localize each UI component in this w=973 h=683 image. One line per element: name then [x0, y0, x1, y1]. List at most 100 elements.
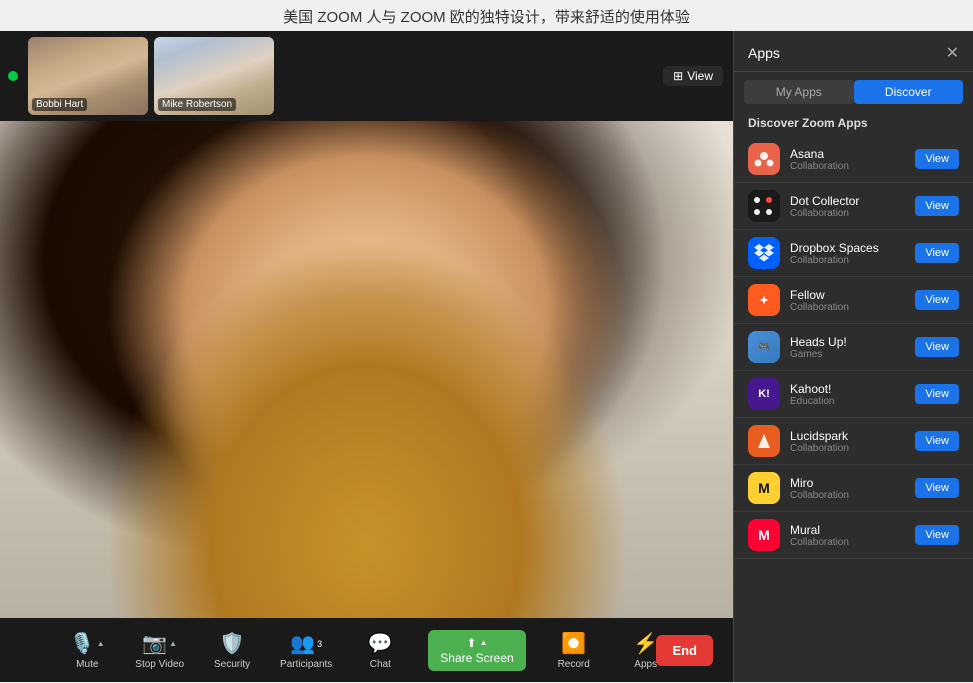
miro-name: Miro: [790, 476, 905, 490]
thumbnail-bobbi[interactable]: Bobbi Hart: [28, 37, 148, 115]
apps-list: Asana Collaboration View Dot Collector C…: [734, 136, 973, 682]
dropbox-view-button[interactable]: View: [915, 243, 959, 263]
apps-panel: Apps ✕ My Apps Discover Discover Zoom Ap…: [733, 31, 973, 682]
record-label: Record: [558, 659, 590, 670]
tab-discover[interactable]: Discover: [854, 80, 964, 104]
security-icon: 🛡️: [220, 631, 245, 656]
asana-info: Asana Collaboration: [790, 147, 905, 172]
record-icon: ⏺️: [561, 631, 586, 656]
main-container: Bobbi Hart Mike Robertson ⊞ View 🎙️▲: [0, 31, 973, 682]
share-screen-button[interactable]: ⬆ ▲ Share Screen: [428, 630, 525, 671]
dotcollector-name: Dot Collector: [790, 194, 905, 208]
participants-label: Participants: [280, 659, 332, 670]
lucidspark-name: Lucidspark: [790, 429, 905, 443]
green-dot-indicator: [8, 71, 18, 81]
list-item: Lucidspark Collaboration View: [734, 418, 973, 465]
camera-icon: 📷▲: [142, 631, 177, 656]
chat-label: Chat: [370, 659, 391, 670]
kahoot-category: Education: [790, 396, 905, 407]
fellow-icon: ✦: [748, 284, 780, 316]
headsup-icon: 🎮: [748, 331, 780, 363]
lucidspark-icon: [748, 425, 780, 457]
headsup-info: Heads Up! Games: [790, 335, 905, 360]
mute-label: Mute: [76, 659, 98, 670]
apps-panel-title: Apps: [748, 45, 780, 61]
dotcollector-icon: [748, 190, 780, 222]
participants-icon: 👥3: [290, 631, 322, 656]
miro-category: Collaboration: [790, 490, 905, 501]
top-bar: 美国 ZOOM 人与 ZOOM 欧的独特设计，带来舒适的使用体验: [0, 0, 973, 31]
thumbnail-mike-label: Mike Robertson: [158, 98, 236, 111]
stop-video-button[interactable]: 📷▲ Stop Video: [135, 631, 184, 670]
lucidspark-view-button[interactable]: View: [915, 431, 959, 451]
fellow-name: Fellow: [790, 288, 905, 302]
miro-view-button[interactable]: View: [915, 478, 959, 498]
discover-section-title: Discover Zoom Apps: [734, 112, 973, 136]
dropbox-name: Dropbox Spaces: [790, 241, 905, 255]
dropbox-icon: [748, 237, 780, 269]
thumbnail-mike[interactable]: Mike Robertson: [154, 37, 274, 115]
asana-name: Asana: [790, 147, 905, 161]
headsup-category: Games: [790, 349, 905, 360]
asana-icon: [748, 143, 780, 175]
participants-button[interactable]: 👥3 Participants: [280, 631, 332, 670]
dotcollector-info: Dot Collector Collaboration: [790, 194, 905, 219]
person-overlay: [0, 121, 733, 618]
mural-view-button[interactable]: View: [915, 525, 959, 545]
stop-video-label: Stop Video: [135, 659, 184, 670]
kahoot-name: Kahoot!: [790, 382, 905, 396]
headsup-name: Heads Up!: [790, 335, 905, 349]
mural-category: Collaboration: [790, 537, 905, 548]
apps-icon: ⚡: [633, 631, 658, 656]
lucidspark-info: Lucidspark Collaboration: [790, 429, 905, 454]
kahoot-icon: K!: [748, 378, 780, 410]
list-item: M Mural Collaboration View: [734, 512, 973, 559]
top-bar-text: 美国 ZOOM 人与 ZOOM 欧的独特设计，带来舒适的使用体验: [283, 9, 690, 26]
fellow-view-button[interactable]: View: [915, 290, 959, 310]
security-label: Security: [214, 659, 250, 670]
thumbnail-row: Bobbi Hart Mike Robertson ⊞ View: [0, 31, 733, 121]
miro-icon: M: [748, 472, 780, 504]
security-button[interactable]: 🛡️ Security: [208, 631, 256, 670]
main-video: [0, 121, 733, 618]
apps-label: Apps: [634, 659, 657, 670]
tab-my-apps[interactable]: My Apps: [744, 80, 854, 104]
list-item: M Miro Collaboration View: [734, 465, 973, 512]
mute-icon: 🎙️▲: [70, 631, 105, 656]
thumbnail-bobbi-label: Bobbi Hart: [32, 98, 87, 111]
mural-name: Mural: [790, 523, 905, 537]
mural-icon: M: [748, 519, 780, 551]
apps-tabs-row: My Apps Discover: [734, 72, 973, 112]
share-screen-icon: ⬆: [467, 636, 477, 650]
headsup-view-button[interactable]: View: [915, 337, 959, 357]
fellow-info: Fellow Collaboration: [790, 288, 905, 313]
fellow-category: Collaboration: [790, 302, 905, 313]
list-item: Dropbox Spaces Collaboration View: [734, 230, 973, 277]
end-button[interactable]: End: [656, 635, 713, 666]
share-screen-icon-area: ⬆ ▲: [467, 636, 488, 650]
list-item: ✦ Fellow Collaboration View: [734, 277, 973, 324]
kahoot-view-button[interactable]: View: [915, 384, 959, 404]
asana-category: Collaboration: [790, 161, 905, 172]
dotcollector-category: Collaboration: [790, 208, 905, 219]
lucidspark-category: Collaboration: [790, 443, 905, 454]
asana-view-button[interactable]: View: [915, 149, 959, 169]
dropbox-category: Collaboration: [790, 255, 905, 266]
mute-button[interactable]: 🎙️▲ Mute: [63, 631, 111, 670]
share-caret: ▲: [480, 638, 488, 647]
dotcollector-view-button[interactable]: View: [915, 196, 959, 216]
record-button[interactable]: ⏺️ Record: [550, 631, 598, 670]
list-item: Dot Collector Collaboration View: [734, 183, 973, 230]
chat-button[interactable]: 💬 Chat: [356, 631, 404, 670]
dropbox-info: Dropbox Spaces Collaboration: [790, 241, 905, 266]
kahoot-info: Kahoot! Education: [790, 382, 905, 407]
list-item: 🎮 Heads Up! Games View: [734, 324, 973, 371]
mural-info: Mural Collaboration: [790, 523, 905, 548]
share-screen-label: Share Screen: [440, 651, 513, 665]
apps-panel-header: Apps ✕: [734, 31, 973, 72]
view-button[interactable]: ⊞ View: [663, 66, 723, 86]
list-item: Asana Collaboration View: [734, 136, 973, 183]
list-item: K! Kahoot! Education View: [734, 371, 973, 418]
close-apps-button[interactable]: ✕: [946, 43, 959, 63]
view-icon: ⊞: [673, 69, 683, 83]
